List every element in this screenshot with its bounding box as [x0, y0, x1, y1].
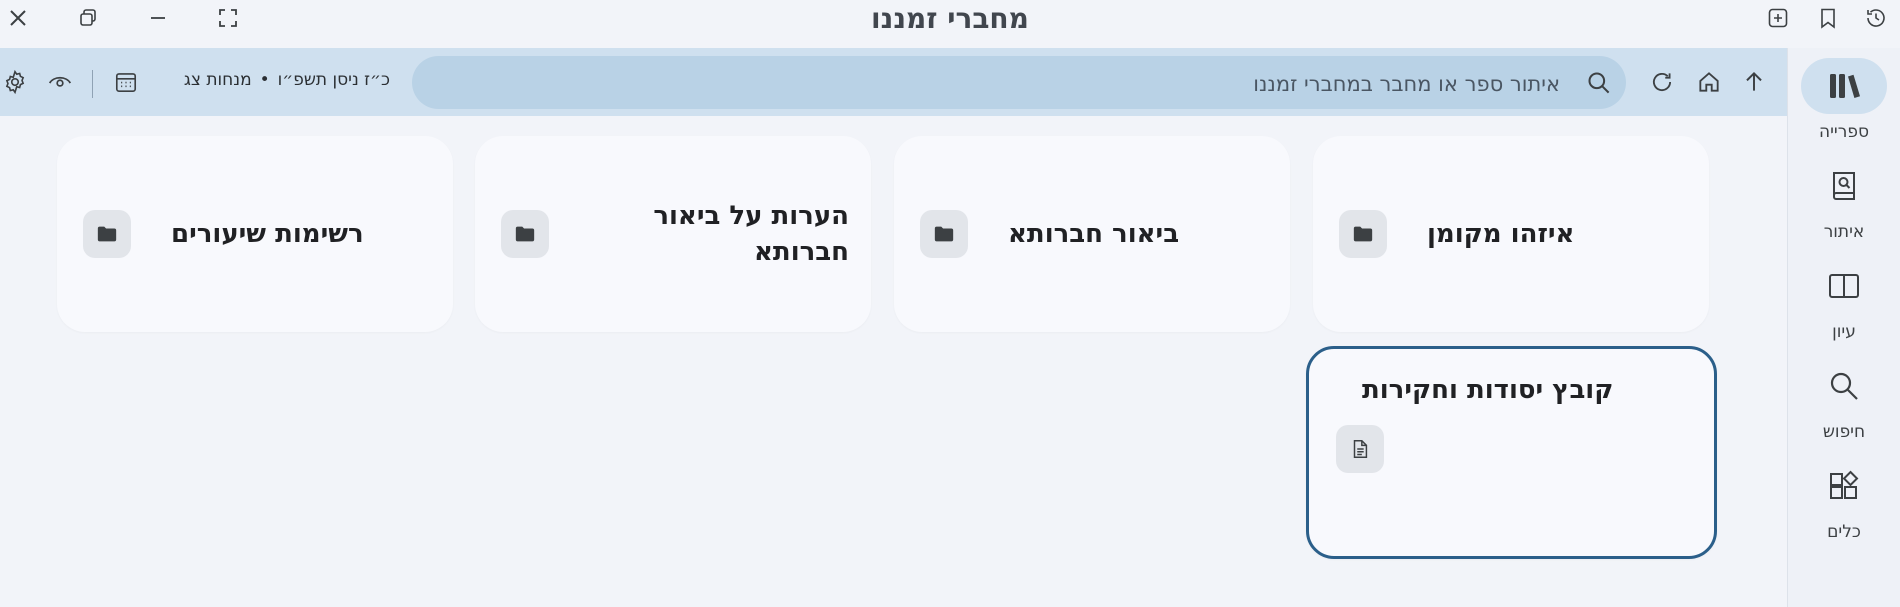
home-icon[interactable] — [1696, 69, 1722, 95]
sidebar-item-tools[interactable]: כלים — [1788, 450, 1900, 546]
card-title: הערות על ביאור חברותא — [653, 201, 849, 267]
folder-card[interactable]: הערות על ביאור חברותא — [475, 136, 871, 332]
card-title: קובץ יסודות וחקירות — [1362, 375, 1614, 405]
bookmark-icon[interactable] — [1816, 6, 1840, 30]
daf-yomi-text: מנחות צג — [183, 70, 252, 90]
card-title: איזהו מקומן — [1427, 219, 1575, 249]
card-title: רשימות שיעורים — [171, 219, 364, 249]
calendar-icon[interactable] — [113, 69, 139, 95]
toolbar-divider — [92, 70, 93, 98]
sidebar-item-label: כלים — [1827, 522, 1861, 542]
search-icon[interactable] — [1585, 69, 1612, 96]
date-display: כ״ז ניסן תשפ״ו • מנחות צג — [160, 70, 390, 94]
folder-icon — [501, 210, 549, 258]
search-input[interactable] — [432, 56, 1562, 111]
search-icon — [1801, 358, 1887, 414]
open-book-icon — [1801, 258, 1887, 314]
top-toolbar: כ״ז ניסן תשפ״ו • מנחות צג — [0, 48, 1787, 116]
hebrew-date: כ״ז ניסן תשפ״ו — [277, 70, 390, 90]
sidebar-item-label: איתור — [1823, 222, 1865, 242]
sidebar-item-label: חיפוש — [1822, 422, 1866, 442]
folder-card[interactable]: רשימות שיעורים — [57, 136, 453, 332]
sidebar-item-label: עיון — [1832, 322, 1856, 342]
folder-icon — [920, 210, 968, 258]
folder-card[interactable]: איזהו מקומן — [1313, 136, 1709, 332]
sidebar-item-find[interactable]: איתור — [1788, 150, 1900, 246]
card-title: ביאור חברותא — [1008, 219, 1180, 249]
find-book-icon — [1801, 158, 1887, 214]
new-tab-icon[interactable] — [1766, 6, 1790, 30]
history-icon[interactable] — [1864, 6, 1888, 30]
tools-icon — [1801, 458, 1887, 514]
document-icon — [1336, 425, 1384, 473]
folder-icon — [1339, 210, 1387, 258]
file-card[interactable]: קובץ יסודות וחקירות — [1306, 346, 1717, 559]
up-arrow-icon[interactable] — [1741, 69, 1767, 95]
sidebar-item-search[interactable]: חיפוש — [1788, 350, 1900, 446]
refresh-icon[interactable] — [1649, 69, 1675, 95]
minimize-icon[interactable] — [146, 6, 170, 30]
sidebar-item-study[interactable]: עיון — [1788, 250, 1900, 346]
folder-card[interactable]: ביאור חברותא — [894, 136, 1290, 332]
date-separator: • — [259, 70, 270, 90]
close-icon[interactable] — [6, 6, 30, 30]
fullscreen-icon[interactable] — [216, 6, 240, 30]
navigation-sidebar: ספרייה איתור עיון חיפוש כלים — [1787, 48, 1900, 607]
library-icon — [1801, 58, 1887, 114]
restore-window-icon[interactable] — [76, 6, 100, 30]
window-title: מחברי זמננו — [871, 2, 1029, 35]
search-bar[interactable] — [412, 56, 1626, 111]
folder-icon — [83, 210, 131, 258]
settings-icon[interactable] — [2, 69, 28, 95]
sidebar-item-label: ספרייה — [1819, 122, 1869, 142]
sidebar-item-library[interactable]: ספרייה — [1788, 50, 1900, 146]
title-bar: מחברי זמננו — [0, 0, 1900, 48]
eye-icon[interactable] — [47, 69, 73, 95]
